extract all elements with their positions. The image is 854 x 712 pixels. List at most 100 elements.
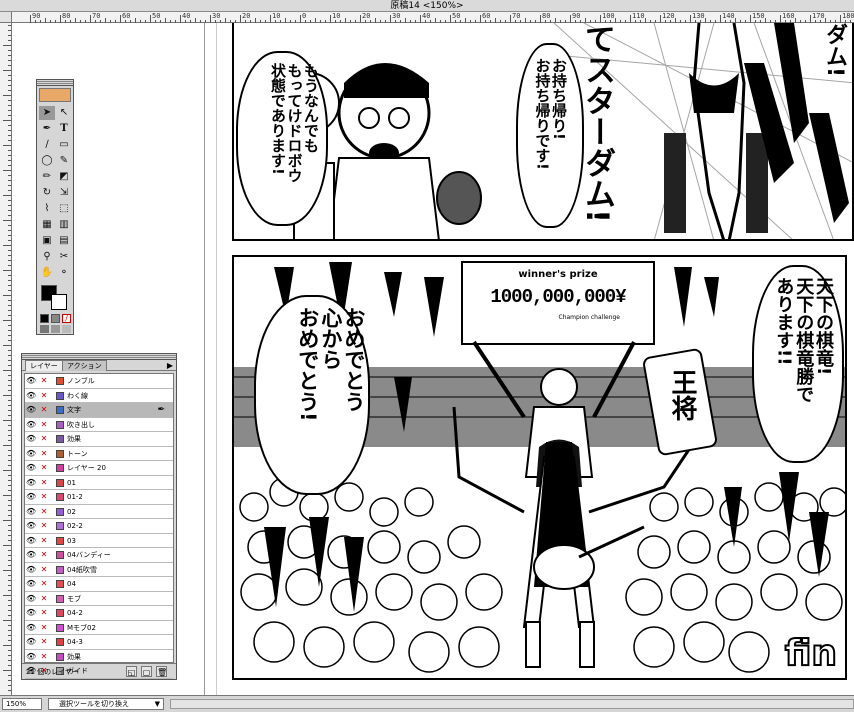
free-transform-tool-icon[interactable]: ⬚ — [56, 202, 72, 216]
screen-mode-full-icon[interactable] — [62, 325, 71, 333]
eye-icon[interactable]: 👁 — [26, 623, 36, 633]
lock-icon[interactable]: ✕ — [39, 579, 49, 589]
eye-icon[interactable]: 👁 — [26, 463, 36, 473]
mesh-tool-icon[interactable]: ▣ — [39, 234, 55, 248]
screen-mode-standard-icon[interactable] — [40, 325, 49, 333]
horizontal-scrollbar[interactable] — [170, 699, 854, 709]
eye-icon[interactable]: 👁 — [26, 434, 36, 444]
direct-selection-tool-icon[interactable]: ↖ — [56, 106, 72, 120]
scale-tool-icon[interactable]: ⇲ — [56, 186, 72, 200]
eye-icon[interactable]: 👁 — [26, 492, 36, 502]
eye-icon[interactable]: 👁 — [26, 608, 36, 618]
palette-menu-arrow-icon[interactable]: ▶ — [167, 361, 173, 370]
graph-tool-icon[interactable]: ▥ — [56, 218, 72, 232]
pen-tool-icon[interactable]: ✒ — [39, 122, 55, 136]
eye-icon[interactable]: 👁 — [26, 478, 36, 488]
eye-icon[interactable]: 👁 — [26, 652, 36, 662]
vertical-ruler[interactable] — [0, 12, 12, 695]
eye-icon[interactable]: 👁 — [26, 449, 36, 459]
ellipse-tool-icon[interactable]: ◯ — [39, 154, 55, 168]
eye-icon[interactable]: 👁 — [26, 521, 36, 531]
selection-tool-icon[interactable]: ➤ — [39, 106, 55, 120]
new-layer-icon[interactable]: ▢ — [141, 666, 152, 677]
pencil-tool-icon[interactable]: ✏ — [39, 170, 55, 184]
lock-icon[interactable]: ✕ — [39, 623, 49, 633]
lock-icon[interactable]: ✕ — [39, 594, 49, 604]
gradient-tool-icon[interactable]: ▤ — [56, 234, 72, 248]
layer-row[interactable]: 👁 ✕ 02 — [25, 505, 173, 519]
stroke-color-swatch[interactable] — [51, 294, 67, 310]
lock-icon[interactable]: ✕ — [39, 652, 49, 662]
tool-palette[interactable]: ➤ ↖ ✒ T ∕ ▭ ◯ ✎ ✏ ◩ ↻ ⇲ ⌇ ⬚ ▦ ▥ ▣ ▤ ⚲ ✂ … — [36, 79, 74, 335]
lock-icon[interactable]: ✕ — [39, 507, 49, 517]
new-sublayer-icon[interactable]: ◱ — [126, 666, 137, 677]
screen-mode-menu-icon[interactable] — [51, 325, 60, 333]
zoom-tool-icon[interactable]: ⚬ — [56, 266, 72, 280]
gradient-mode-icon[interactable] — [51, 314, 60, 323]
layer-row[interactable]: 👁 ✕ 04バンディー — [25, 548, 173, 563]
lock-icon[interactable]: ✕ — [39, 550, 49, 560]
eyedropper-tool-icon[interactable]: ⚲ — [39, 250, 55, 264]
lock-icon[interactable]: ✕ — [39, 405, 49, 415]
layer-row[interactable]: 👁 ✕ 01 — [25, 476, 173, 490]
eye-icon[interactable]: 👁 — [26, 594, 36, 604]
eye-icon[interactable]: 👁 — [26, 420, 36, 430]
tab-actions[interactable]: アクション — [62, 360, 107, 371]
rectangle-tool-icon[interactable]: ▭ — [56, 138, 72, 152]
symbol-sprayer-tool-icon[interactable]: ▦ — [39, 218, 55, 232]
eye-icon[interactable]: 👁 — [26, 391, 36, 401]
layer-row[interactable]: 👁 ✕ 02-2 — [25, 519, 173, 534]
lock-icon[interactable]: ✕ — [39, 463, 49, 473]
lock-icon[interactable]: ✕ — [39, 434, 49, 444]
rotate-tool-icon[interactable]: ↻ — [39, 186, 55, 200]
lock-icon[interactable]: ✕ — [39, 565, 49, 575]
layer-row[interactable]: 👁 ✕ 文字 ✒ — [25, 403, 173, 418]
eye-icon[interactable]: 👁 — [26, 637, 36, 647]
layer-row[interactable]: 👁 ✕ ノンブル — [25, 374, 173, 389]
layer-row[interactable]: 👁 ✕ 04-2 — [25, 606, 173, 621]
scissors-tool-icon[interactable]: ✂ — [56, 250, 72, 264]
lock-icon[interactable]: ✕ — [39, 637, 49, 647]
eye-icon[interactable]: 👁 — [26, 550, 36, 560]
eraser-tool-icon[interactable]: ◩ — [56, 170, 72, 184]
lock-icon[interactable]: ✕ — [39, 376, 49, 386]
brush-tool-icon[interactable]: ✎ — [56, 154, 72, 168]
hand-tool-icon[interactable]: ✋ — [39, 266, 55, 280]
tool-status-dropdown[interactable]: 選択ツールを切り換え ▼ — [48, 698, 164, 710]
eye-icon[interactable]: 👁 — [26, 536, 36, 546]
eye-icon[interactable]: 👁 — [26, 405, 36, 415]
eye-icon[interactable]: 👁 — [26, 579, 36, 589]
layer-row[interactable]: 👁 ✕ 03 — [25, 534, 173, 548]
layer-row[interactable]: 👁 ✕ 04-3 — [25, 635, 173, 650]
line-tool-icon[interactable]: ∕ — [39, 138, 55, 152]
layer-row[interactable]: 👁 ✕ 吹き出し — [25, 418, 173, 432]
layer-row[interactable]: 👁 ✕ レイヤー 20 — [25, 461, 173, 476]
lock-icon[interactable]: ✕ — [39, 449, 49, 459]
lock-icon[interactable]: ✕ — [39, 478, 49, 488]
lock-icon[interactable]: ✕ — [39, 521, 49, 531]
color-mode-icon[interactable] — [40, 314, 49, 323]
lock-icon[interactable]: ✕ — [39, 391, 49, 401]
eye-icon[interactable]: 👁 — [26, 376, 36, 386]
warp-tool-icon[interactable]: ⌇ — [39, 202, 55, 216]
lock-icon[interactable]: ✕ — [39, 608, 49, 618]
layer-row[interactable]: 👁 ✕ モブ — [25, 592, 173, 606]
zoom-level-field[interactable]: 150% — [2, 698, 42, 710]
horizontal-ruler[interactable]: 90 80 70 60 50 40 30 20 10 0 10 20 30 40 50 60 70 80 90 100… — [12, 12, 854, 23]
delete-layer-icon[interactable]: 🗑 — [156, 666, 167, 677]
eye-icon[interactable]: 👁 — [26, 565, 36, 575]
layer-row[interactable]: 👁 ✕ 04紙吹雪 — [25, 563, 173, 577]
tool-palette-title-bar[interactable] — [37, 80, 73, 86]
eye-icon[interactable]: 👁 — [26, 507, 36, 517]
lock-icon[interactable]: ✕ — [39, 492, 49, 502]
layer-row[interactable]: 👁 ✕ トーン — [25, 447, 173, 461]
tab-layers[interactable]: レイヤー — [25, 360, 63, 371]
lock-icon[interactable]: ✕ — [39, 536, 49, 546]
lock-icon[interactable]: ✕ — [39, 420, 49, 430]
layer-row[interactable]: 👁 ✕ 効果 — [25, 432, 173, 447]
layer-row[interactable]: 👁 ✕ 04 — [25, 577, 173, 592]
type-tool-icon[interactable]: T — [56, 122, 72, 136]
layers-palette[interactable]: レイヤー アクション ▶ 👁 ✕ ノンブル 👁 ✕ わく線 👁 ✕ 文字 ✒ 👁 ✕ 吹き出し 👁 ✕ 効果 👁… — [21, 353, 177, 680]
layer-row[interactable]: 👁 ✕ 01-2 — [25, 490, 173, 505]
layer-list[interactable]: 👁 ✕ ノンブル 👁 ✕ わく線 👁 ✕ 文字 ✒ 👁 ✕ 吹き出し 👁 ✕ 効果 👁 ✕ トーン 👁 ✕ レイヤー 20… — [24, 373, 174, 679]
